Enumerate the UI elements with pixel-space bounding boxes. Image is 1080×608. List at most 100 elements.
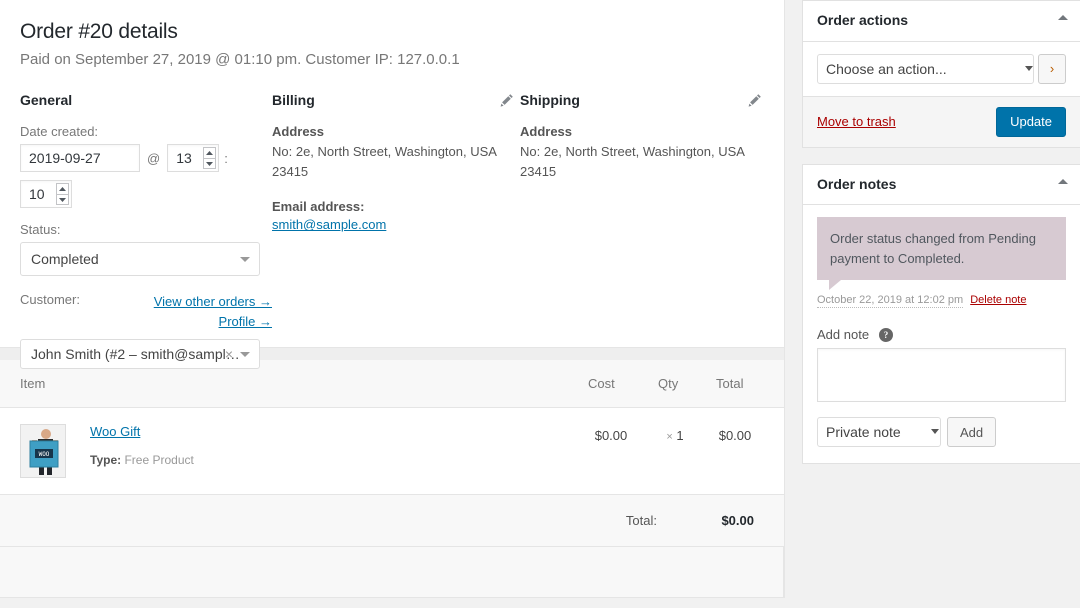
edit-shipping-pencil-icon[interactable] (748, 93, 762, 107)
order-heading: Order #20 details Paid on September 27, … (0, 18, 784, 70)
time-colon: : (224, 151, 228, 166)
minute-spinner-up-icon[interactable] (56, 183, 69, 195)
order-total-row: Total: $0.00 (539, 513, 784, 528)
shipping-address-line1: No: 2e, North Street, Washington, USA (520, 142, 768, 162)
collapse-panel-icon[interactable] (1058, 179, 1068, 184)
order-data-panel: Order #20 details Paid on September 27, … (0, 0, 785, 348)
collapse-panel-icon[interactable] (1058, 15, 1068, 20)
minute-spinner-down-icon[interactable] (56, 195, 69, 206)
order-notes-list: Order status changed from Pending paymen… (803, 205, 1080, 306)
status-field: Status: Completed (20, 222, 272, 276)
view-other-orders-link[interactable]: View other orders → (154, 292, 272, 312)
order-total-label: Total: (539, 513, 689, 528)
shipping-address-line2: 23415 (520, 162, 768, 182)
add-note-controls: Private note Add (817, 417, 1066, 447)
sidebar-column: Order actions Choose an action... › Move… (802, 0, 1080, 608)
billing-email-link[interactable]: smith@sample.com (272, 217, 386, 232)
billing-heading-text: Billing (272, 92, 315, 108)
billing-column: Billing Address No: 2e, North Street, Wa… (272, 92, 520, 369)
item-qty-cell: × 1 (646, 408, 704, 495)
hour-spinner-down-icon[interactable] (203, 159, 216, 170)
order-items-table: Item Cost Qty Total (0, 360, 784, 495)
order-notes-heading: Order notes (817, 175, 1066, 195)
hour-spinner-up-icon[interactable] (203, 147, 216, 159)
svg-text:WOO: WOO (39, 451, 50, 458)
note-type-select-value: Private note (826, 424, 901, 440)
shipping-heading: Shipping (520, 92, 768, 108)
order-actions-footer: Move to trash Update (803, 96, 1080, 147)
chevron-down-icon (931, 429, 939, 434)
chevron-down-icon (1025, 66, 1033, 71)
hour-spinner[interactable] (203, 147, 216, 169)
order-action-select-value: Choose an action... (826, 61, 947, 77)
billing-email-block: Email address: smith@sample.com (272, 199, 520, 232)
order-total-value: $0.00 (689, 513, 754, 528)
customer-select-value: John Smith (#2 – smith@sampl… (31, 346, 240, 362)
shipping-heading-text: Shipping (520, 92, 580, 108)
customer-select[interactable]: John Smith (#2 – smith@sampl… × (20, 339, 260, 369)
hour-stepper[interactable] (167, 144, 219, 172)
date-created-input[interactable] (20, 144, 140, 172)
order-items-panel: Item Cost Qty Total (0, 360, 785, 598)
customer-label: Customer: (20, 292, 80, 307)
product-link[interactable]: Woo Gift (90, 424, 140, 439)
general-heading: General (20, 92, 272, 108)
note-type-select[interactable]: Private note (817, 417, 941, 447)
add-note-label-row: Add note ? (817, 327, 1066, 342)
billing-heading: Billing (272, 92, 520, 108)
delete-note-link[interactable]: Delete note (970, 294, 1026, 306)
order-actions-body: Choose an action... › (803, 42, 1080, 96)
order-paid-summary: Paid on September 27, 2019 @ 01:10 pm. C… (20, 49, 764, 70)
billing-address-line2: 23415 (272, 162, 520, 182)
order-action-row: Choose an action... › (817, 54, 1066, 84)
customer-profile-link[interactable]: Profile → (154, 312, 272, 332)
item-total: $0.00 (704, 408, 784, 495)
order-actions-heading: Order actions (817, 11, 1066, 31)
order-action-select[interactable]: Choose an action... (817, 54, 1034, 84)
date-created-label: Date created: (20, 124, 272, 139)
item-name: Woo Gift (90, 424, 564, 439)
item-meta-label: Type: (90, 453, 121, 467)
order-actions-header: Order actions (803, 1, 1080, 42)
table-row: WOO Woo Gift Type: Free Product (0, 408, 784, 495)
order-totals-area: Total: $0.00 (0, 495, 784, 547)
help-circle-icon[interactable]: ? (879, 328, 893, 342)
customer-field-header: Customer: View other orders → Profile → (20, 292, 272, 331)
list-item: Order status changed from Pending paymen… (817, 217, 1066, 306)
shipping-address-label: Address (520, 124, 768, 139)
chevron-down-icon (240, 352, 250, 357)
edit-billing-pencil-icon[interactable] (500, 93, 514, 107)
main-content-column: Order #20 details Paid on September 27, … (0, 0, 785, 608)
move-to-trash-link[interactable]: Move to trash (817, 114, 896, 129)
order-status-select[interactable]: Completed (20, 242, 260, 276)
item-cost: $0.00 (576, 408, 646, 495)
product-thumbnail[interactable]: WOO (20, 424, 66, 478)
add-note-area: Add note ? Private note Add (803, 312, 1080, 463)
order-notes-header: Order notes (803, 165, 1080, 206)
minute-spinner[interactable] (56, 183, 69, 205)
item-qty: 1 (676, 428, 683, 443)
item-meta: Type: Free Product (90, 453, 564, 467)
customer-links: View other orders → Profile → (154, 292, 272, 331)
minute-row (20, 180, 272, 208)
order-note-meta: October 22, 2019 at 12:02 pm Delete note (817, 294, 1066, 306)
chevron-down-icon (240, 257, 250, 262)
item-thumbnail-cell: WOO (0, 408, 78, 495)
items-panel-footer (0, 547, 784, 597)
date-created-row: @ : (20, 144, 272, 172)
order-items-table-body: WOO Woo Gift Type: Free Product (0, 408, 784, 495)
item-meta-value: Free Product (124, 453, 193, 467)
add-note-label: Add note (817, 327, 869, 342)
clear-customer-icon[interactable]: × (225, 346, 233, 362)
order-note-timestamp: October 22, 2019 at 12:02 pm (817, 294, 963, 308)
order-edit-screen: Order #20 details Paid on September 27, … (0, 0, 1080, 608)
order-actions-panel: Order actions Choose an action... › Move… (802, 0, 1080, 148)
order-note-text: Order status changed from Pending paymen… (817, 217, 1066, 280)
add-note-button[interactable]: Add (947, 417, 996, 447)
billing-address-line1: No: 2e, North Street, Washington, USA (272, 142, 520, 162)
update-order-button[interactable]: Update (996, 107, 1066, 137)
apply-action-button[interactable]: › (1038, 54, 1066, 84)
add-note-textarea[interactable] (817, 348, 1066, 402)
general-column: General Date created: @ (20, 92, 272, 369)
minute-stepper[interactable] (20, 180, 72, 208)
